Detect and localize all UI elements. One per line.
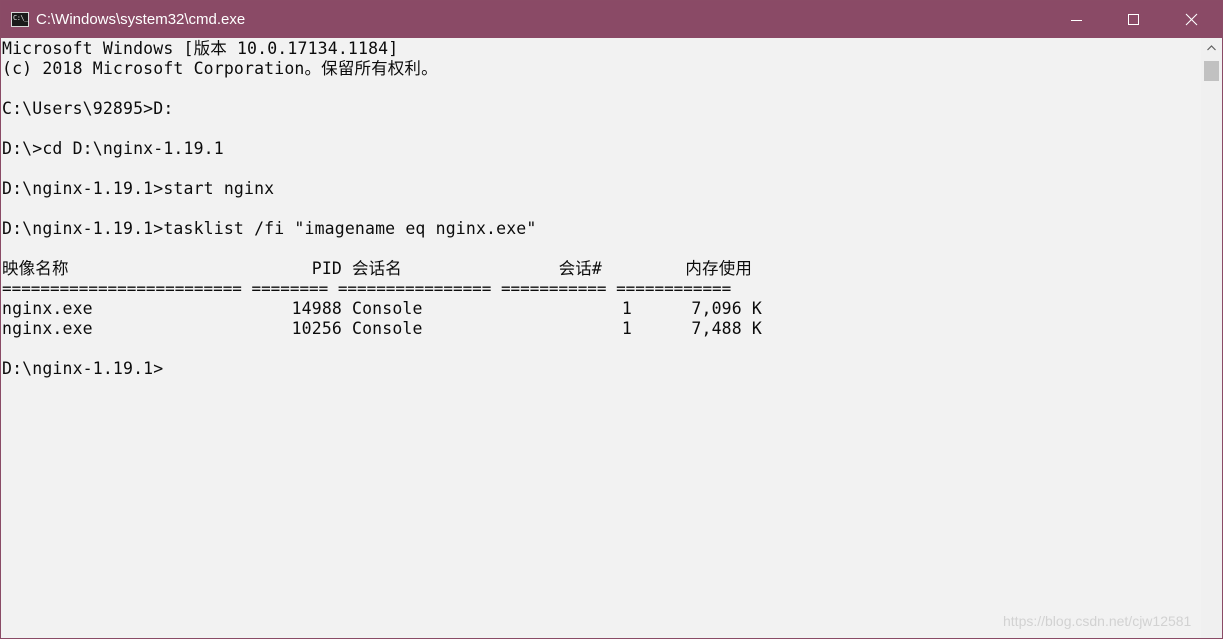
row-pid: 10256 bbox=[291, 319, 342, 338]
banner-version-line: Microsoft Windows [版本 10.0.17134.1184] bbox=[2, 39, 399, 58]
close-button[interactable] bbox=[1161, 1, 1222, 38]
header-pid: PID bbox=[311, 259, 342, 278]
header-session-name: 会话名 bbox=[352, 259, 402, 278]
vertical-scrollbar[interactable] bbox=[1201, 38, 1222, 638]
row-image-name: nginx.exe bbox=[2, 319, 93, 338]
table-row: nginx.exe 10256 Console 1 7,488 K bbox=[2, 319, 802, 339]
row-pid: 14988 bbox=[291, 299, 342, 318]
console-output[interactable]: Microsoft Windows [版本 10.0.17134.1184] (… bbox=[1, 38, 1201, 638]
cmd-window: C:\_ C:\Windows\system32\cmd.exe Microso… bbox=[0, 0, 1223, 639]
command-prompt-icon[interactable]: C:\_ bbox=[11, 12, 29, 27]
row-session-number: 1 bbox=[621, 319, 632, 338]
minimize-button[interactable] bbox=[1049, 1, 1105, 38]
header-session-number: 会话# bbox=[558, 259, 602, 278]
maximize-button[interactable] bbox=[1105, 1, 1161, 38]
close-icon bbox=[1185, 13, 1198, 26]
window-title: C:\Windows\system32\cmd.exe bbox=[36, 11, 246, 28]
row-session-number: 1 bbox=[621, 299, 632, 318]
current-prompt[interactable]: D:\nginx-1.19.1> bbox=[2, 359, 163, 379]
header-image-name: 映像名称 bbox=[2, 259, 69, 278]
scroll-up-button[interactable] bbox=[1201, 38, 1222, 58]
command-line-start-nginx: D:\nginx-1.19.1>start nginx bbox=[2, 179, 275, 198]
command-line-tasklist: D:\nginx-1.19.1>tasklist /fi "imagename … bbox=[2, 219, 537, 238]
command-line-cd: D:\>cd D:\nginx-1.19.1 bbox=[2, 139, 224, 158]
header-memory-usage: 内存使用 bbox=[685, 259, 752, 278]
watermark-text: https://blog.csdn.net/cjw12581 bbox=[1003, 613, 1192, 629]
scroll-thumb[interactable] bbox=[1204, 61, 1219, 81]
maximize-icon bbox=[1128, 14, 1139, 25]
row-memory-usage: 7,096 K bbox=[691, 299, 762, 318]
row-image-name: nginx.exe bbox=[2, 299, 93, 318]
row-session-name: Console bbox=[352, 299, 423, 318]
table-row: nginx.exe 14988 Console 1 7,096 K bbox=[2, 299, 802, 319]
minimize-icon bbox=[1071, 20, 1082, 21]
command-line-change-drive: C:\Users\92895>D: bbox=[2, 99, 174, 118]
chevron-up-icon bbox=[1207, 45, 1216, 51]
tasklist-header-row: 映像名称 PID 会话名 会话# 内存使用 bbox=[2, 259, 802, 279]
command-prompt-icon-label: C:\_ bbox=[13, 14, 28, 22]
row-memory-usage: 7,488 K bbox=[691, 319, 762, 338]
title-bar[interactable]: C:\_ C:\Windows\system32\cmd.exe bbox=[1, 1, 1222, 38]
row-session-name: Console bbox=[352, 319, 423, 338]
banner-copyright-line: (c) 2018 Microsoft Corporation。保留所有权利。 bbox=[2, 59, 438, 78]
tasklist-separator: ========================= ======== =====… bbox=[2, 279, 732, 298]
